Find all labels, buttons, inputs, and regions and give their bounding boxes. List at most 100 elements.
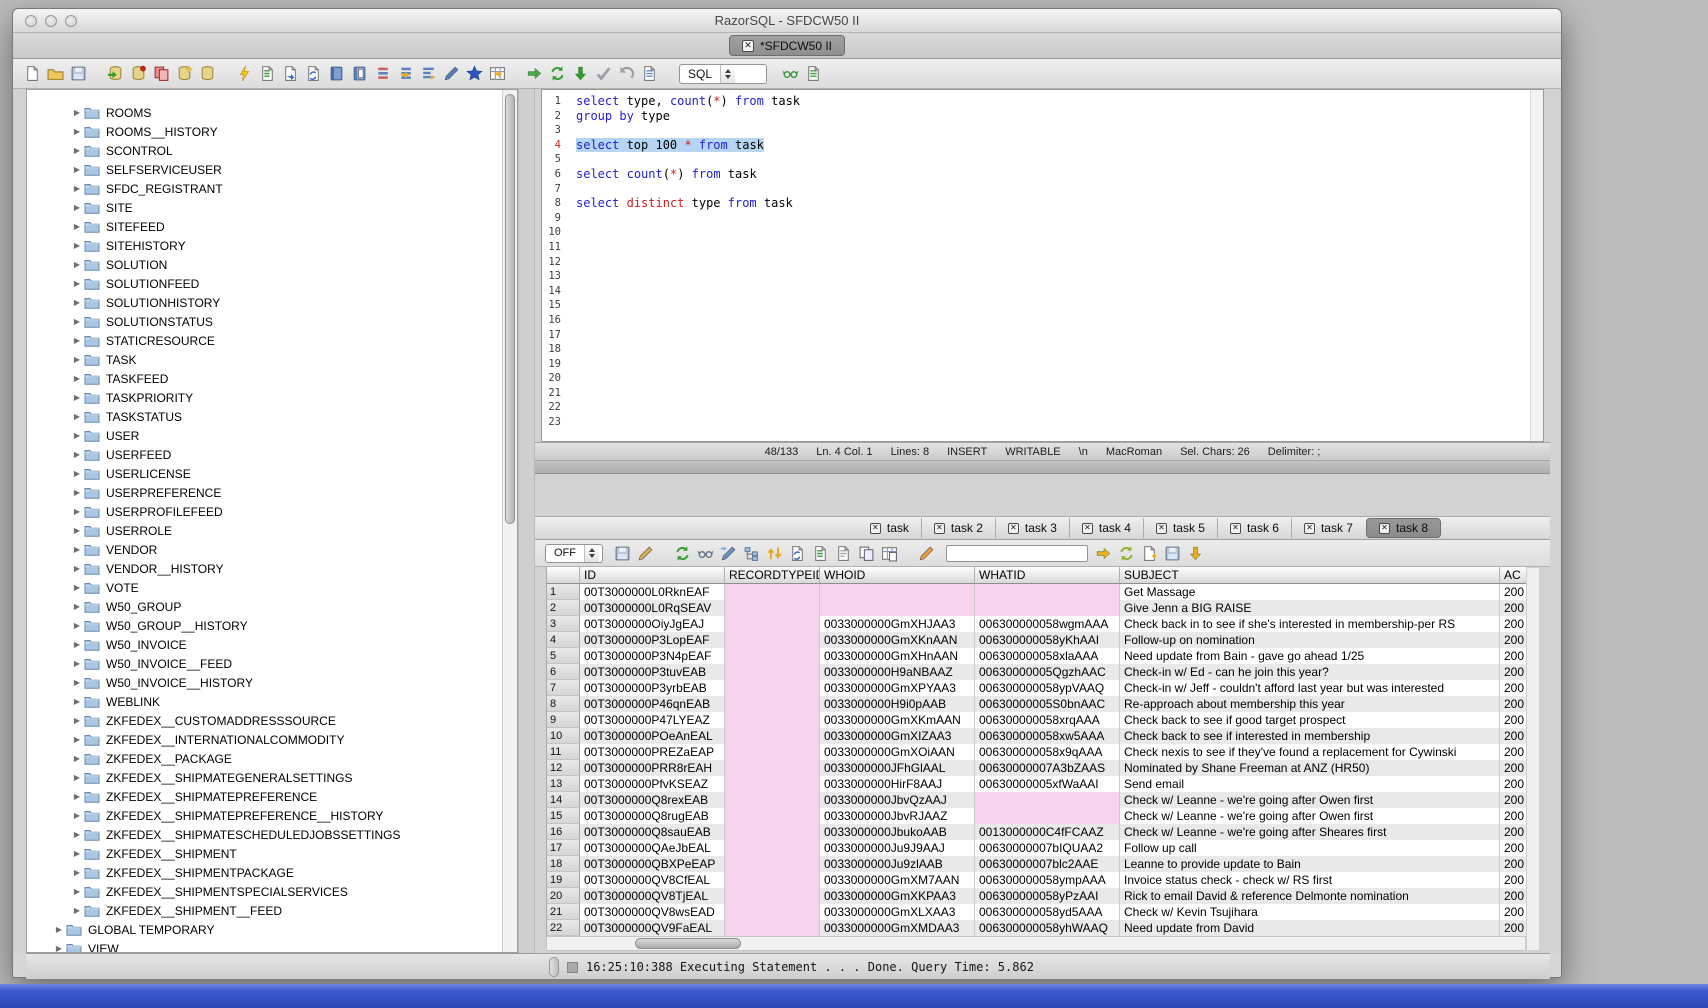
table-row[interactable]: 1300T3000000PfvKSEAZ0033000000HirF8AAJ00… (547, 776, 1526, 792)
log-report-icon[interactable] (640, 64, 659, 83)
column-header-WHOID[interactable]: WHOID (820, 567, 975, 584)
table-row[interactable]: 1400T3000000Q8rexEAB0033000000JbvQzAAJCh… (547, 792, 1526, 808)
table-row[interactable]: 1100T3000000PREZaEAP0033000000GmXOiAAN00… (547, 744, 1526, 760)
export-refresh-icon[interactable] (1117, 544, 1136, 563)
table-row[interactable]: 1200T3000000PRR8rEAH0033000000JFhGlAAL00… (547, 760, 1526, 776)
expand-triangle-icon[interactable]: ▶ (70, 222, 84, 231)
expand-triangle-icon[interactable]: ▶ (70, 754, 84, 763)
filter-pen-icon[interactable] (636, 544, 655, 563)
table-horizontal-scrollbar[interactable] (546, 936, 1526, 951)
expand-triangle-icon[interactable]: ▶ (70, 127, 84, 136)
scroll-grip[interactable] (549, 957, 559, 977)
expand-triangle-icon[interactable]: ▶ (70, 906, 84, 915)
column-header-rownum[interactable] (547, 567, 580, 584)
table-row[interactable]: 200T3000000L0RqSEAVGive Jenn a BIG RAISE… (547, 600, 1526, 616)
results-filter-input[interactable] (946, 545, 1088, 562)
tree-item-root[interactable]: ▶GLOBAL TEMPORARY (27, 920, 517, 939)
tree-item-table[interactable]: ▶VENDOR__HISTORY (27, 559, 517, 578)
check-list-icon[interactable] (258, 64, 277, 83)
tree-item-table[interactable]: ▶ZKFEDEX__SHIPMATESCHEDULEDJOBSSETTINGS (27, 825, 517, 844)
table-row[interactable]: 300T3000000OiyJgEAJ0033000000GmXHJAA3006… (547, 616, 1526, 632)
table-row[interactable]: 400T3000000P3LopEAF0033000000GmXKnAAN006… (547, 632, 1526, 648)
expand-triangle-icon[interactable]: ▶ (70, 279, 84, 288)
tree-item-table[interactable]: ▶SOLUTIONHISTORY (27, 293, 517, 312)
table-row[interactable]: 1800T3000000QBXPeEAP0033000000Ju9zlAAB00… (547, 856, 1526, 872)
tree-item-table[interactable]: ▶USERLICENSE (27, 464, 517, 483)
column-header-AC[interactable]: AC (1500, 567, 1526, 584)
go-arrow-icon[interactable] (525, 64, 544, 83)
tree-item-root[interactable]: ▶VIEW (27, 939, 517, 953)
expand-triangle-icon[interactable]: ▶ (70, 450, 84, 459)
table-row[interactable]: 1700T3000000QAeJbEAL0033000000Ju9J9AAJ00… (547, 840, 1526, 856)
tree-item-table[interactable]: ▶W50_INVOICE__HISTORY (27, 673, 517, 692)
tree-item-table[interactable]: ▶TASKSTATUS (27, 407, 517, 426)
minimize-window-button[interactable] (45, 15, 57, 27)
expand-triangle-icon[interactable]: ▶ (70, 507, 84, 516)
row-limit-dropdown[interactable]: OFF (545, 544, 603, 563)
tree-item-table[interactable]: ▶TASKFEED (27, 369, 517, 388)
expand-triangle-icon[interactable]: ▶ (70, 108, 84, 117)
note-add-icon[interactable] (1140, 544, 1159, 563)
result-tab-task-7[interactable]: ✕task 7 (1291, 518, 1365, 538)
tree-item-table[interactable]: ▶ZKFEDEX__SHIPMATEPREFERENCE__HISTORY (27, 806, 517, 825)
result-tab-task-3[interactable]: ✕task 3 (995, 518, 1069, 538)
result-tab-task-6[interactable]: ✕task 6 (1217, 518, 1291, 538)
table-row[interactable]: 800T3000000P46qnEAB0033000000H9i0pAAB006… (547, 696, 1526, 712)
expand-triangle-icon[interactable]: ▶ (70, 298, 84, 307)
table-copy-icon[interactable] (880, 544, 899, 563)
expand-triangle-icon[interactable]: ▶ (70, 545, 84, 554)
tree-item-table[interactable]: ▶SFDC_REGISTRANT (27, 179, 517, 198)
open-folder-icon[interactable] (46, 64, 65, 83)
tree-item-table[interactable]: ▶ZKFEDEX__SHIPMENT__FEED (27, 901, 517, 920)
expand-triangle-icon[interactable]: ▶ (70, 602, 84, 611)
expand-triangle-icon[interactable]: ▶ (70, 431, 84, 440)
db-disconnect-icon[interactable] (129, 64, 148, 83)
tab-close-icon[interactable]: ✕ (1379, 523, 1390, 534)
table-row[interactable]: 100T3000000L0RknEAFGet Massage200 (547, 584, 1526, 600)
check-list-icon[interactable] (811, 544, 830, 563)
hscrollbar-thumb[interactable] (635, 938, 741, 949)
refresh-icon[interactable] (673, 544, 692, 563)
expand-triangle-icon[interactable]: ▶ (70, 887, 84, 896)
page-arrow-icon[interactable] (281, 64, 300, 83)
expand-triangle-icon[interactable]: ▶ (70, 849, 84, 858)
tree-item-table[interactable]: ▶USER (27, 426, 517, 445)
tree-item-table[interactable]: ▶SOLUTIONFEED (27, 274, 517, 293)
connection-glasses-icon[interactable] (781, 64, 800, 83)
commit-check-icon[interactable] (594, 64, 613, 83)
result-tab-task-8[interactable]: ✕task 8 (1366, 518, 1441, 538)
expand-triangle-icon[interactable]: ▶ (70, 773, 84, 782)
tree-item-table[interactable]: ▶USERPREFERENCE (27, 483, 517, 502)
expand-triangle-icon[interactable]: ▶ (70, 735, 84, 744)
table-row[interactable]: 2100T3000000QV8wsEAD0033000000GmXLXAA300… (547, 904, 1526, 920)
down-yellow-icon[interactable] (1186, 544, 1205, 563)
tree-item-table[interactable]: ▶W50_INVOICE (27, 635, 517, 654)
new-file-icon[interactable] (23, 64, 42, 83)
table-row[interactable]: 1900T3000000QV8CfEAL0033000000GmXM7AAN00… (547, 872, 1526, 888)
expand-triangle-icon[interactable]: ▶ (70, 621, 84, 630)
column-header-ID[interactable]: ID (580, 567, 725, 584)
forward-yellow-icon[interactable] (1094, 544, 1113, 563)
results-report-icon[interactable] (804, 64, 823, 83)
tree-item-table[interactable]: ▶TASK (27, 350, 517, 369)
tab-close-icon[interactable]: ✕ (1304, 523, 1315, 534)
limit-stepper-icon[interactable] (584, 545, 599, 562)
save-icon[interactable] (69, 64, 88, 83)
expand-triangle-icon[interactable]: ▶ (70, 393, 84, 402)
table-row[interactable]: 500T3000000P3N4pEAF0033000000GmXHnAAN006… (547, 648, 1526, 664)
table-row[interactable]: 900T3000000P47LYEAZ0033000000GmXKmAAN006… (547, 712, 1526, 728)
rows-icon[interactable] (373, 64, 392, 83)
expand-triangle-icon[interactable]: ▶ (70, 830, 84, 839)
sync-arrows-icon[interactable] (548, 64, 567, 83)
close-window-button[interactable] (25, 15, 37, 27)
expand-triangle-icon[interactable]: ▶ (70, 203, 84, 212)
table-row[interactable]: 700T3000000P3yrbEAB0033000000GmXPYAA3006… (547, 680, 1526, 696)
tree-item-table[interactable]: ▶STATICRESOURCE (27, 331, 517, 350)
window-titlebar[interactable]: RazorSQL - SFDCW50 II (13, 9, 1561, 33)
expand-triangle-icon[interactable]: ▶ (70, 184, 84, 193)
sort-arrows-icon[interactable] (765, 544, 784, 563)
tab-close-icon[interactable]: ✕ (934, 523, 945, 534)
column-header-WHATID[interactable]: WHATID (975, 567, 1120, 584)
tree-item-table[interactable]: ▶VOTE (27, 578, 517, 597)
result-tab-task-4[interactable]: ✕task 4 (1069, 518, 1143, 538)
